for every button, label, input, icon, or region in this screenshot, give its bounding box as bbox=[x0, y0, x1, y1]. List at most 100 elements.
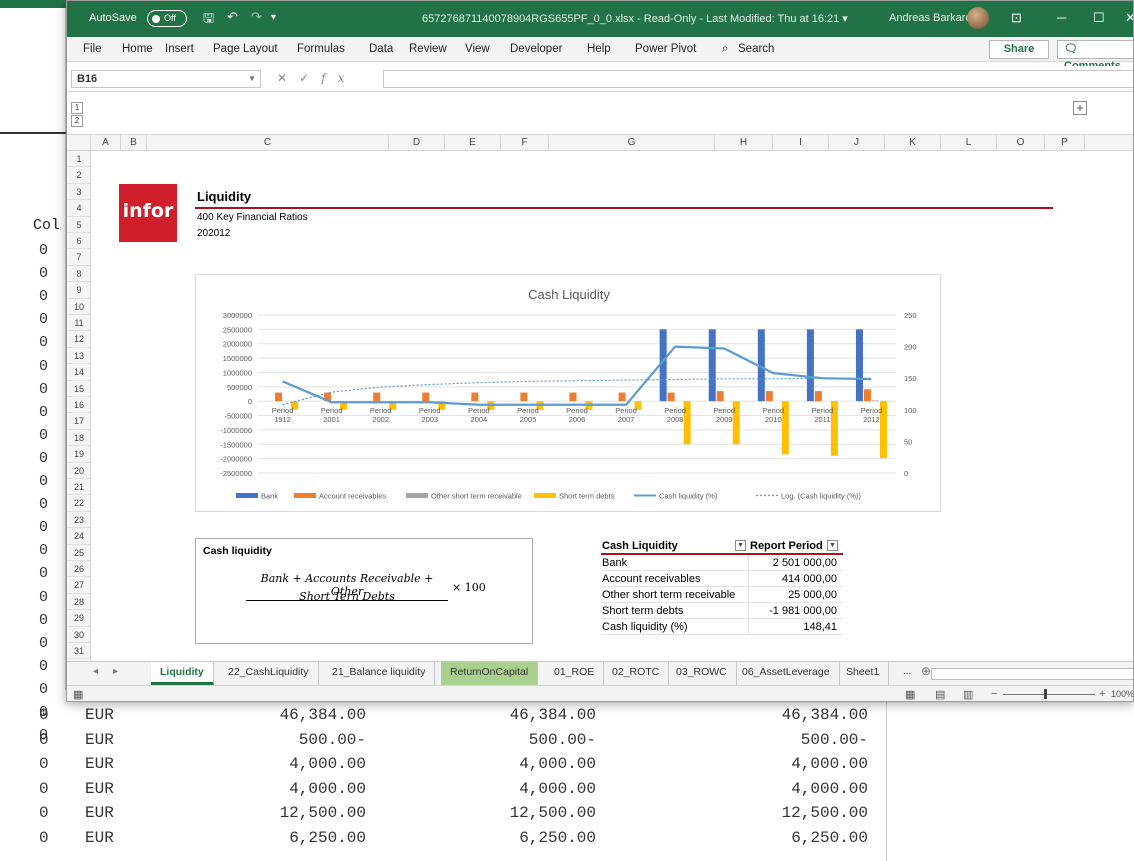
page-layout-view-icon[interactable]: ▤ bbox=[935, 688, 945, 701]
row-header[interactable]: 18 bbox=[67, 430, 90, 447]
row-header[interactable]: 23 bbox=[67, 512, 90, 529]
row-header[interactable]: 19 bbox=[67, 446, 90, 463]
row-header[interactable]: 26 bbox=[67, 561, 90, 578]
ribbon-tab-developer[interactable]: Developer bbox=[510, 43, 562, 55]
close-icon[interactable]: ✕ bbox=[1125, 10, 1133, 26]
sheet-tab[interactable]: 01_ROE bbox=[545, 662, 605, 685]
save-icon[interactable]: 🖫 bbox=[203, 9, 214, 31]
row-header[interactable]: 16 bbox=[67, 397, 90, 414]
row-header[interactable]: 13 bbox=[67, 348, 90, 365]
search-box[interactable]: Search bbox=[738, 43, 774, 55]
row-header[interactable]: 1 bbox=[67, 151, 90, 168]
column-header[interactable]: H bbox=[715, 135, 773, 151]
row-header[interactable]: 28 bbox=[67, 594, 90, 611]
more-tabs-button[interactable]: ... bbox=[903, 666, 911, 677]
column-header[interactable]: A bbox=[91, 135, 121, 151]
expand-group-button[interactable]: + bbox=[1073, 101, 1087, 115]
row-header[interactable]: 8 bbox=[67, 266, 90, 283]
column-header[interactable]: I bbox=[773, 135, 829, 151]
outline-level-2-button[interactable]: 2 bbox=[71, 115, 83, 127]
cash-liquidity-chart[interactable]: Cash Liquidity 3000000 2500000 2000000 15000… bbox=[195, 274, 941, 512]
ribbon-tab-formulas[interactable]: Formulas bbox=[297, 43, 345, 55]
row-header[interactable]: 30 bbox=[67, 627, 90, 643]
pivot-row[interactable]: Cash liquidity (%) 148,41 bbox=[601, 619, 843, 635]
row-header[interactable]: 22 bbox=[67, 495, 90, 512]
row-header[interactable]: 20 bbox=[67, 463, 90, 479]
outline-level-1-button[interactable]: 1 bbox=[71, 102, 83, 114]
redo-icon[interactable]: ↷ bbox=[251, 9, 262, 25]
search-icon[interactable]: ⌕ bbox=[722, 43, 728, 56]
row-header[interactable]: 6 bbox=[67, 233, 90, 250]
row-filter-dropdown[interactable]: ▼ bbox=[735, 540, 746, 551]
normal-view-icon[interactable]: ▦ bbox=[905, 688, 915, 701]
ribbon-tab-home[interactable]: Home bbox=[122, 43, 153, 55]
column-header[interactable]: E bbox=[445, 135, 501, 151]
macro-record-icon[interactable]: ▦ bbox=[73, 688, 83, 701]
row-header[interactable]: 10 bbox=[67, 299, 90, 315]
pivot-row[interactable]: Short term debts -1 981 000,00 bbox=[601, 603, 843, 619]
sheet-tab[interactable]: Sheet1 bbox=[837, 662, 890, 685]
pivot-row[interactable]: Account receivables 414 000,00 bbox=[601, 571, 843, 587]
minimize-icon[interactable]: ─ bbox=[1057, 10, 1066, 25]
formula-box[interactable]: Cash liquidity Bank + Accounts Receivabl… bbox=[195, 538, 533, 644]
page-break-view-icon[interactable]: ▥ bbox=[963, 688, 973, 701]
row-header[interactable]: 3 bbox=[67, 184, 90, 201]
row-header[interactable]: 2 bbox=[67, 167, 90, 184]
row-header[interactable]: 14 bbox=[67, 364, 90, 381]
ribbon-tab-help[interactable]: Help bbox=[587, 43, 611, 55]
comments-button[interactable]: 🗨 Comments bbox=[1057, 40, 1133, 72]
chevron-down-icon[interactable]: ▼ bbox=[248, 71, 256, 87]
zoom-level[interactable]: 100% bbox=[1111, 689, 1133, 699]
column-header[interactable]: C bbox=[147, 135, 389, 151]
ribbon-display-icon[interactable]: ⊡ bbox=[1011, 10, 1022, 26]
row-header[interactable]: 25 bbox=[67, 545, 90, 561]
ribbon-tab-page-layout[interactable]: Page Layout bbox=[213, 43, 278, 55]
horizontal-scrollbar[interactable] bbox=[931, 668, 1133, 680]
zoom-slider-thumb[interactable] bbox=[1044, 689, 1047, 699]
add-sheet-icon[interactable]: ⊕ bbox=[921, 664, 931, 678]
ribbon-tab-view[interactable]: View bbox=[465, 43, 490, 55]
column-header[interactable]: L bbox=[941, 135, 997, 151]
pivot-row[interactable]: Other short term receivable 25 000,00 bbox=[601, 587, 843, 603]
pivot-table[interactable]: Cash Liquidity ▼ Report Period ▼ Bank 2 5… bbox=[601, 538, 843, 635]
row-header[interactable]: 5 bbox=[67, 217, 90, 233]
autosave-toggle[interactable]: Off bbox=[147, 10, 187, 27]
insert-function-icon[interactable]: fx bbox=[321, 71, 356, 85]
sheet-tab[interactable]: Liquidity bbox=[151, 662, 214, 685]
tab-prev-icon[interactable]: ◂ bbox=[93, 666, 98, 677]
zoom-slider[interactable] bbox=[1003, 694, 1095, 695]
row-header[interactable]: 4 bbox=[67, 200, 90, 217]
column-header[interactable]: P bbox=[1045, 135, 1085, 151]
row-header[interactable]: 7 bbox=[67, 249, 90, 266]
row-header[interactable]: 15 bbox=[67, 381, 90, 397]
sheet-tab[interactable]: 03_ROWC bbox=[667, 662, 737, 685]
share-button[interactable]: Share bbox=[989, 40, 1049, 59]
sheet-tab[interactable]: 22_CashLiquidity bbox=[219, 662, 319, 685]
avatar[interactable] bbox=[967, 7, 989, 29]
undo-icon[interactable]: ↶ bbox=[227, 9, 238, 25]
column-header[interactable]: D bbox=[389, 135, 445, 151]
pivot-row[interactable]: Bank 2 501 000,00 bbox=[601, 555, 843, 571]
column-header[interactable]: K bbox=[885, 135, 941, 151]
formula-input[interactable] bbox=[383, 70, 1133, 88]
row-header[interactable]: 24 bbox=[67, 528, 90, 545]
tab-next-icon[interactable]: ▸ bbox=[113, 666, 118, 677]
row-header[interactable]: 12 bbox=[67, 331, 90, 348]
ribbon-tab-data[interactable]: Data bbox=[369, 43, 393, 55]
ribbon-tab-file[interactable]: File bbox=[83, 43, 102, 55]
ribbon-tab-power-pivot[interactable]: Power Pivot bbox=[635, 43, 696, 55]
select-all-corner[interactable] bbox=[67, 135, 91, 151]
maximize-icon[interactable]: ☐ bbox=[1093, 10, 1105, 26]
row-header[interactable]: 29 bbox=[67, 610, 90, 627]
column-header[interactable]: O bbox=[997, 135, 1045, 151]
column-header[interactable]: J bbox=[829, 135, 885, 151]
ribbon-tab-insert[interactable]: Insert bbox=[165, 43, 194, 55]
row-header[interactable]: 11 bbox=[67, 315, 90, 332]
name-box[interactable]: B16 ▼ bbox=[71, 70, 261, 88]
customize-toolbar-icon[interactable]: ▾ bbox=[271, 12, 276, 23]
column-header[interactable]: G bbox=[549, 135, 715, 151]
column-filter-dropdown[interactable]: ▼ bbox=[827, 540, 838, 551]
enter-icon[interactable]: ✓ bbox=[299, 71, 321, 85]
zoom-out-icon[interactable]: − bbox=[991, 688, 997, 700]
row-header[interactable]: 21 bbox=[67, 479, 90, 496]
